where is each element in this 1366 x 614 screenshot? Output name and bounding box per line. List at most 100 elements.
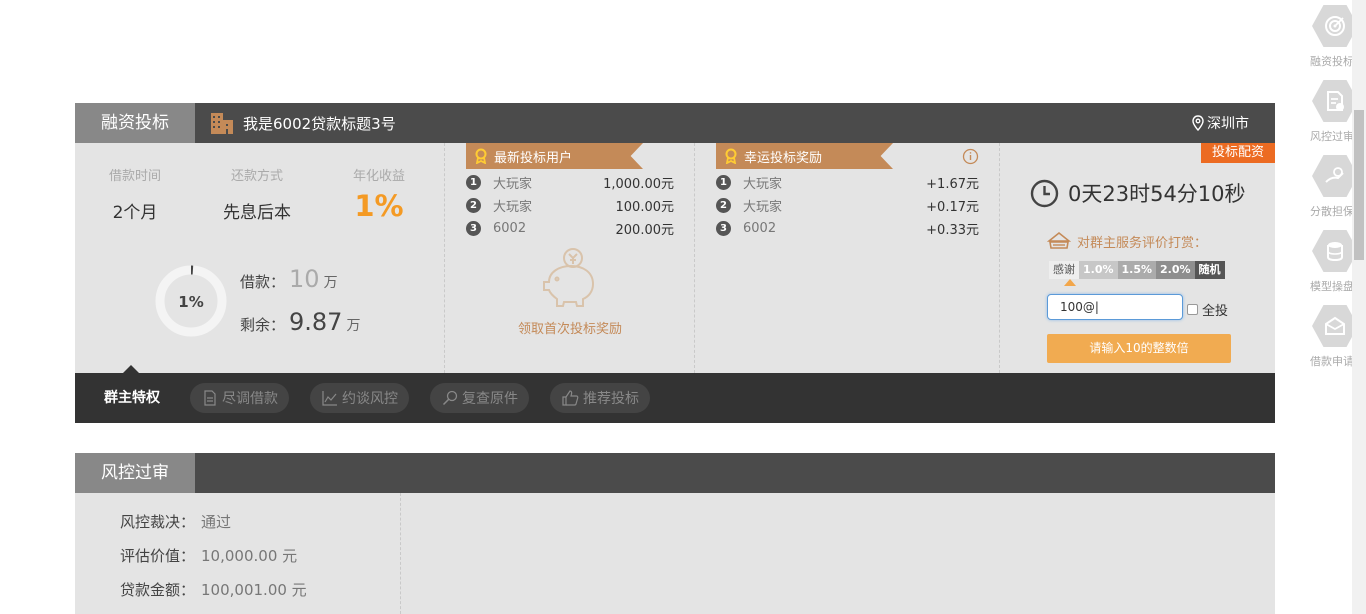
reward-option-2-0[interactable]: 2.0% [1156,261,1195,279]
invest-panel: 融资投标 我是6002贷款标题3号 深圳市 借款时间 2个月 还款方式 先息后本… [75,103,1275,423]
borrow-amount-row: 借款： 10 万 [240,265,338,293]
scrollbar-thumb[interactable] [1354,110,1364,260]
financing-tag[interactable]: 投标配资 [1201,143,1275,163]
risk-review-panel: 风控过审 风控裁决： 通过 评估价值： 10,000.00 元 贷款金额： 10… [75,453,1275,614]
column-divider [694,143,695,373]
rank-badge: 3 [466,220,481,236]
hand-coin-icon [1325,167,1344,183]
reward-tip-text: 对群主服务评价打赏： [1077,235,1208,251]
progress-percent: 1% [178,293,204,311]
remain-label: 剩余： [240,316,286,334]
info-icon[interactable] [962,148,979,165]
reward-option-1-5[interactable]: 1.5% [1117,261,1157,279]
tab-owner-privilege[interactable]: 群主特权 [104,373,160,423]
bid-amount-input[interactable]: 100@| [1047,294,1183,320]
reward-amount: +1.67元 [926,176,979,192]
selected-option-indicator [1064,279,1076,286]
risk-key: 贷款金额： [120,581,196,599]
reward-option-thanks[interactable]: 感谢 [1049,261,1079,279]
investor-amount: 100.00元 [615,199,675,215]
reward-amount: +0.33元 [926,222,979,238]
tab-label: 复查原件 [462,391,518,407]
map-pin-icon [1192,115,1204,131]
privilege-tab-bar: 群主特权 尽调借款 约谈风控 复查原件 推荐投标 [75,365,1275,423]
checkbox-box[interactable] [1187,304,1198,315]
countdown-text: 0天23时54分10秒 [1068,182,1246,206]
piggy-bank-icon [543,248,595,307]
rank-badge: 1 [466,174,481,190]
panel-body: 借款时间 2个月 还款方式 先息后本 年化收益 1% 1% 借款： 10 万 剩… [75,143,1275,373]
column-divider [400,493,401,614]
tab-due-diligence[interactable]: 尽调借款 [190,383,289,413]
rate-value: 1% [354,189,404,223]
reward-option-1-0[interactable]: 1.0% [1079,261,1118,279]
investor-name: 大玩家 [743,176,783,192]
investor-amount: 1,000.00元 [603,176,674,192]
borrow-unit: 万 [323,275,338,291]
thumbs-up-icon [562,390,579,406]
line-chart-icon [322,391,337,406]
risk-key: 评估价值： [120,547,196,565]
assessed-value-row: 评估价值： 10,000.00 元 [120,545,297,566]
risk-panel-header: 风控过审 [75,453,1275,493]
risk-key: 风控裁决： [120,513,196,531]
risk-panel-body: 风控裁决： 通过 评估价值： 10,000.00 元 贷款金额： 100,001… [75,493,1275,614]
document-icon [204,390,216,406]
risk-decision-row: 风控裁决： 通过 [120,511,231,532]
list-item: 3 6002 +0.33元 [716,218,979,238]
investor-name: 大玩家 [743,199,783,215]
reward-tip: 对群主服务评价打赏： [1047,231,1207,251]
award-icon [475,148,487,164]
rate-label: 年化收益 [352,169,405,184]
rank-badge: 2 [466,197,481,213]
countdown: 0天23时54分10秒 [1030,178,1246,208]
rank-badge: 3 [716,220,731,236]
investor-name: 6002 [743,220,777,236]
tab-recommend-bid[interactable]: 推荐投标 [550,383,650,413]
tab-label: 推荐投标 [583,391,639,407]
column-divider [999,143,1000,373]
risk-value: 通过 [201,513,232,531]
document-check-icon [1327,91,1344,111]
active-tab-indicator [123,365,139,373]
risk-value: 10,000.00 元 [201,547,298,565]
tab-risk-interview[interactable]: 约谈风控 [310,383,409,413]
lucky-rewards-title: 幸运投标奖励 [744,150,823,166]
location[interactable]: 深圳市 [1192,103,1249,143]
target-icon [1325,16,1345,36]
repay-label: 还款方式 [230,169,283,184]
tab-label: 尽调借款 [222,391,278,407]
loan-title: 我是6002贷款标题3号 [210,103,396,143]
first-bid-reward-link[interactable]: 领取首次投标奖励 [500,318,640,337]
reward-option-random[interactable]: 随机 [1194,261,1225,279]
investor-name: 大玩家 [493,176,533,192]
panel-tab-title: 融资投标 [75,103,195,143]
clock-icon [1030,179,1059,207]
rank-badge: 1 [716,174,731,190]
list-item: 2 大玩家 +0.17元 [716,195,979,215]
latest-investors-title: 最新投标用户 [494,150,573,166]
tab-label: 约谈风控 [342,391,398,407]
list-item: 1 大玩家 +1.67元 [716,172,979,192]
investor-amount: 200.00元 [615,222,675,238]
tab-review-originals[interactable]: 复查原件 [430,383,529,413]
lucky-rewards-ribbon: 幸运投标奖励 [716,143,893,169]
database-icon [1327,242,1343,262]
award-icon [725,148,737,164]
loan-amount-row: 贷款金额： 100,001.00 元 [120,579,307,600]
loan-title-text: 我是6002贷款标题3号 [243,114,396,133]
rank-badge: 2 [716,197,731,213]
investor-name: 6002 [493,220,527,236]
repay-value: 先息后本 [223,203,291,223]
list-item: 3 6002 200.00元 [466,218,674,238]
term-value: 2个月 [112,203,158,223]
latest-investors-ribbon: 最新投标用户 [466,143,643,169]
cake-icon [1047,231,1071,249]
all-in-checkbox[interactable]: 全投 [1187,300,1228,319]
risk-panel-title: 风控过审 [75,453,195,493]
remain-amount: 9.87 [289,308,343,336]
submit-bid-button[interactable]: 请输入10的整数倍 [1047,334,1231,363]
reward-options: 感谢 1.0% 1.5% 2.0% 随机 [1049,261,1225,279]
list-item: 1 大玩家 1,000.00元 [466,172,674,192]
page-scrollbar[interactable] [1352,0,1366,614]
